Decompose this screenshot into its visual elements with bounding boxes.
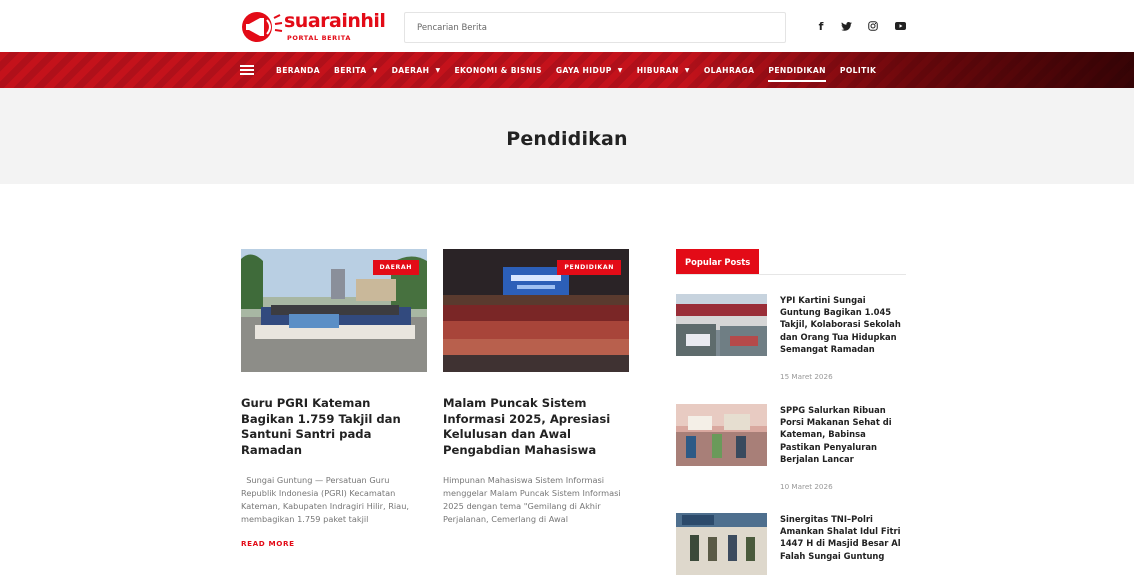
post-title[interactable]: Malam Puncak Sistem Informasi 2025, Apre… xyxy=(443,396,629,458)
page-title: Pendidikan xyxy=(506,128,628,150)
nav-item-politik[interactable]: POLITIK xyxy=(840,66,876,75)
nav-item-olahraga[interactable]: OLAHRAGA xyxy=(704,66,755,75)
chevron-down-icon: ▼ xyxy=(617,66,623,74)
chevron-down-icon: ▼ xyxy=(435,66,441,74)
facebook-icon[interactable]: f xyxy=(814,19,828,33)
popular-post-title[interactable]: YPI Kartini Sungai Guntung Bagikan 1.045… xyxy=(780,294,908,355)
post-card: DAERAH Guru PGRI Kateman Bagikan 1.759 T… xyxy=(241,249,427,548)
site-logo[interactable]: suarainhil PORTAL BERITA xyxy=(240,8,400,48)
divider xyxy=(676,274,906,275)
nav-item-gaya-hidup[interactable]: GAYA HIDUP ▼ xyxy=(556,66,623,75)
post-title[interactable]: Guru PGRI Kateman Bagikan 1.759 Takjil d… xyxy=(241,396,427,458)
post-photo xyxy=(676,404,767,466)
popular-posts-tab[interactable]: Popular Posts xyxy=(676,249,760,275)
popular-post-date: 10 Maret 2026 xyxy=(780,482,833,491)
nav-item-berita[interactable]: BERITA ▼ xyxy=(334,66,378,75)
nav-item-ekonomi-bisnis[interactable]: EKONOMI & BISNIS xyxy=(454,66,541,75)
youtube-icon[interactable] xyxy=(893,19,907,33)
search-input[interactable] xyxy=(404,12,786,43)
logo-subtitle: PORTAL BERITA xyxy=(287,34,351,42)
popular-post-title[interactable]: Sinergitas TNI–Polri Amankan Shalat Idul… xyxy=(780,513,908,562)
nav-item-pendidikan[interactable]: PENDIDIKAN xyxy=(768,66,827,82)
post-thumbnail[interactable]: DAERAH xyxy=(241,249,427,372)
popular-post-thumbnail[interactable] xyxy=(676,513,767,575)
popular-post-title[interactable]: SPPG Salurkan Ribuan Porsi Makanan Sehat… xyxy=(780,404,908,465)
nav-item-daerah[interactable]: DAERAH ▼ xyxy=(392,66,441,75)
post-photo xyxy=(676,294,767,356)
main-nav: BERANDA BERITA ▼ DAERAH ▼ EKONOMI & BISNIS… xyxy=(0,52,1134,88)
logo-text: suarainhil xyxy=(284,10,386,32)
post-photo xyxy=(676,513,767,575)
read-more-link[interactable]: READ MORE xyxy=(241,539,427,548)
chevron-down-icon: ▼ xyxy=(684,66,690,74)
megaphone-icon xyxy=(242,12,283,42)
popular-post-date: 15 Maret 2026 xyxy=(780,372,833,381)
post-card: PENDIDIKAN Malam Puncak Sistem Informasi… xyxy=(443,249,629,526)
site-header: suarainhil PORTAL BERITA f xyxy=(0,0,1134,52)
category-badge[interactable]: PENDIDIKAN xyxy=(557,260,621,275)
instagram-icon[interactable] xyxy=(866,19,880,33)
post-excerpt: Himpunan Mahasiswa Sistem Informasi meng… xyxy=(443,475,621,524)
chevron-down-icon: ▼ xyxy=(372,66,378,74)
twitter-icon[interactable] xyxy=(839,19,853,33)
category-badge[interactable]: DAERAH xyxy=(372,260,419,275)
popular-post-thumbnail[interactable] xyxy=(676,294,767,356)
post-thumbnail[interactable]: PENDIDIKAN xyxy=(443,249,629,372)
popular-posts-widget: Popular Posts YPI Kartini Sungai Guntung… xyxy=(676,249,906,575)
nav-item-beranda[interactable]: BERANDA xyxy=(276,66,320,75)
post-excerpt: Sungai Guntung — Persatuan Guru Republik… xyxy=(241,475,412,524)
nav-item-hiburan[interactable]: HIBURAN ▼ xyxy=(637,66,690,75)
menu-icon[interactable] xyxy=(240,65,254,75)
popular-post-thumbnail[interactable] xyxy=(676,404,767,466)
